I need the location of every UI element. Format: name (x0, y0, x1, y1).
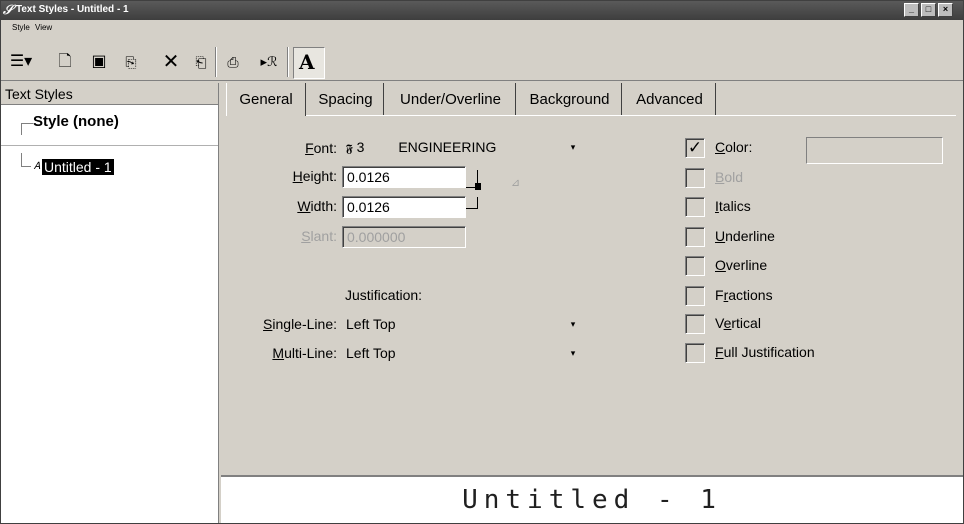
toolbar: ☰▾ 🗋 ▣ ⎘ ✕ ⎗ ⎙ ▸ℛ (1, 41, 963, 81)
vertical-checkbox[interactable] (685, 314, 705, 334)
save-icon[interactable]: ▣ (87, 51, 111, 73)
italics-checkbox[interactable] (685, 197, 705, 217)
text-preview-toggle-icon[interactable]: A (293, 47, 325, 79)
app-icon: 𝒮 (3, 2, 14, 17)
underline-checkbox[interactable] (685, 227, 705, 247)
title-bar[interactable]: 𝒮 Text Styles - Untitled - 1 _ □ × (1, 1, 963, 20)
toolbar-separator (287, 47, 289, 77)
font-dropdown[interactable]: 𝕱 3 ENGINEERING ▾ (342, 137, 582, 159)
single-line-dropdown[interactable]: Left Top ▾ (342, 314, 582, 336)
import-icon[interactable]: ⎙ (221, 51, 245, 73)
styles-list-header: Text Styles (1, 83, 218, 105)
full-justification-checkbox[interactable] (685, 343, 705, 363)
styles-list-panel: Text Styles Style (none) Ꭺ Untitled - 1 (1, 83, 219, 523)
minimize-button[interactable]: _ (904, 3, 919, 17)
justification-label: Justification: (345, 287, 423, 303)
style-item-untitled[interactable]: Untitled - 1 (42, 159, 114, 175)
multi-line-dropdown[interactable]: Left Top ▾ (342, 343, 582, 365)
color-picker[interactable] (806, 137, 943, 164)
chevron-down-icon[interactable]: ▾ (566, 139, 580, 155)
delete-icon[interactable]: ✕ (159, 51, 183, 73)
color-label: Color: (715, 139, 753, 155)
tab-spacing[interactable]: Spacing (308, 83, 384, 116)
fractions-label: Fractions (715, 287, 773, 303)
color-checkbox[interactable]: ✓ (685, 138, 705, 158)
style-preview-pane: Untitled - 1 (221, 475, 963, 523)
menu-style[interactable]: Style (12, 23, 30, 32)
list-divider (1, 145, 218, 146)
fractions-checkbox[interactable] (685, 286, 705, 306)
single-line-value: Left Top (346, 316, 396, 332)
maximize-button[interactable]: □ (921, 3, 936, 17)
style-none-item[interactable]: Style (none) (33, 113, 119, 130)
tree-connector (21, 153, 31, 167)
italics-label: Italics (715, 198, 751, 214)
chevron-down-icon[interactable]: ▾ (566, 345, 580, 361)
width-field[interactable]: 0.0126 (342, 196, 466, 218)
tab-general[interactable]: General (226, 83, 306, 116)
copy-icon[interactable]: ⎘ (119, 51, 143, 73)
toolbar-separator (215, 47, 217, 77)
full-justification-label: Full Justification (715, 344, 815, 360)
font-name: ENGINEERING (398, 139, 497, 155)
width-label: Width: (297, 198, 337, 214)
font-label: Font: (305, 140, 337, 156)
height-label: Height: (292, 168, 337, 184)
tree-view-icon[interactable]: ☰▾ (7, 51, 35, 73)
chevron-down-icon[interactable]: ▾ (566, 316, 580, 332)
menu-bar: Style View (1, 20, 963, 37)
single-line-label: Single-Line: (263, 316, 337, 332)
slant-field: 0.000000 (342, 226, 466, 248)
close-button[interactable]: × (938, 3, 953, 17)
tab-under-overline[interactable]: Under/Overline (386, 83, 516, 116)
height-field[interactable]: 0.0126 (342, 166, 466, 188)
vertical-label: Vertical (715, 315, 761, 331)
pick-size-icon: ⊿ (511, 177, 521, 189)
tab-advanced[interactable]: Advanced (624, 83, 716, 116)
multi-line-value: Left Top (346, 345, 396, 361)
font-type-icon: 𝕱 (346, 143, 353, 155)
menu-view[interactable]: View (35, 23, 52, 32)
tab-divider (306, 115, 956, 116)
tree-connector (21, 123, 33, 135)
bold-checkbox (685, 168, 705, 188)
text-style-icon: Ꭺ (34, 161, 41, 172)
overline-label: Overline (715, 257, 768, 273)
underline-label: Underline (715, 228, 775, 244)
tab-background[interactable]: Background (518, 83, 622, 116)
new-style-icon[interactable]: 🗋 (53, 51, 77, 73)
overline-checkbox[interactable] (685, 256, 705, 276)
slant-label: Slant: (301, 228, 337, 244)
lock-icon[interactable] (475, 183, 481, 190)
reset-icon[interactable]: ⎗ (189, 51, 213, 73)
font-number: 3 (356, 139, 365, 155)
bold-label: Bold (715, 169, 744, 185)
preview-text: Untitled - 1 (462, 485, 722, 515)
text-styles-window: 𝒮 Text Styles - Untitled - 1 _ □ × Style… (0, 0, 964, 524)
multi-line-label: Multi-Line: (272, 345, 337, 361)
window-title: Text Styles - Untitled - 1 (16, 4, 129, 15)
update-from-style-icon[interactable]: ▸ℛ (257, 51, 281, 73)
aspect-lock-bracket (466, 197, 478, 209)
